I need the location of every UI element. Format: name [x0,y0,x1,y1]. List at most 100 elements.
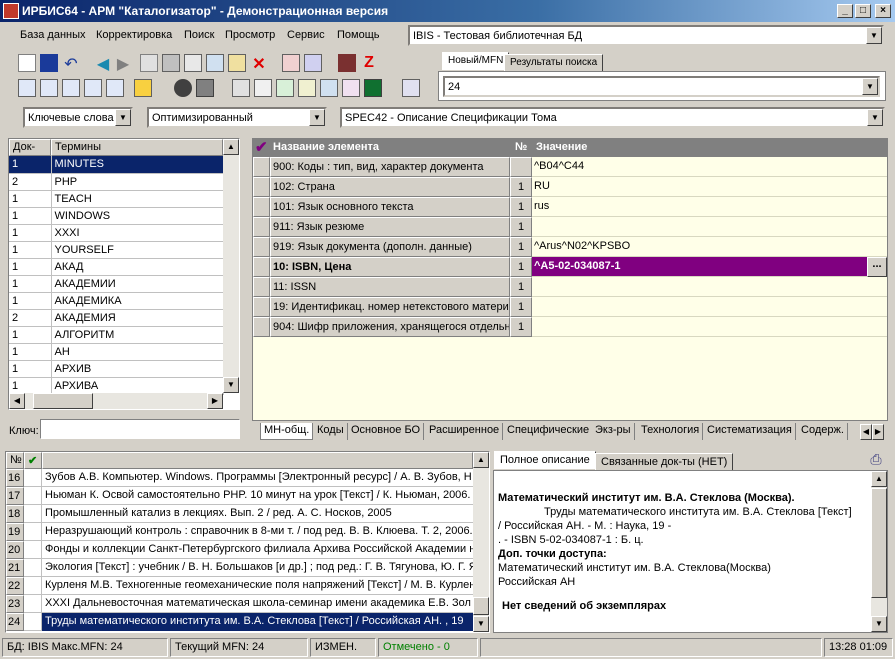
record-row[interactable]: 24 Труды математического института им. В.… [6,613,473,631]
import-icon[interactable] [282,54,300,72]
worksheet-select[interactable]: SPEC42 - Описание Спецификации Тома ▼ [340,107,885,128]
row-marker[interactable] [253,197,270,217]
tabs-right-icon[interactable]: ▶ [872,424,884,440]
header-num[interactable]: № [515,141,527,153]
editor-row[interactable]: 911: Язык резюме 1 [253,217,887,237]
dictionary-header-terms[interactable]: Термины [51,139,223,156]
tab-copies[interactable]: Экз-ры [592,423,635,440]
element-value[interactable] [532,297,887,317]
chevron-down-icon[interactable]: ▼ [115,109,131,126]
delete-icon[interactable]: ✕ [250,54,268,73]
scroll-left-icon[interactable]: ◀ [9,393,25,409]
element-value[interactable] [532,317,887,337]
element-value[interactable]: ^Arus^N02^KPSBO [532,237,887,257]
tab-extended[interactable]: Расширенное [426,423,504,440]
element-value[interactable] [532,217,887,237]
records-scrollbar[interactable]: ▲ ▼ [473,452,489,632]
export-icon[interactable] [304,54,322,72]
dictionary-row[interactable]: 1 АКАД [9,258,224,276]
pages-icon[interactable] [320,79,338,97]
tab-search-results[interactable]: Результаты поиска [504,54,604,72]
record-row[interactable]: 23 XXXI Дальневосточная математическая шк… [6,595,473,613]
record-check[interactable] [24,541,42,559]
dictionary-hscrollbar[interactable]: ◀ ▶ [9,393,223,409]
chevron-down-icon[interactable]: ▼ [862,78,878,95]
dictionary-row[interactable]: 2 PHP [9,173,224,191]
dictionary-row[interactable]: 1 XXXI [9,224,224,242]
tab-systematization[interactable]: Систематизация [704,423,796,440]
scroll-right-icon[interactable]: ▶ [207,393,223,409]
printer-icon[interactable]: ⎙ [866,451,886,469]
grid-icon[interactable] [162,54,180,72]
scroll-down-icon[interactable]: ▼ [223,377,239,393]
tabs-left-icon[interactable]: ◀ [860,424,872,440]
optimization-select[interactable]: Оптимизированный ▼ [147,107,327,128]
record-check[interactable] [24,595,42,613]
scroll-thumb[interactable] [473,597,489,615]
report-icon[interactable] [276,79,294,97]
more-button[interactable]: ... [867,257,887,277]
key-input[interactable] [40,419,240,439]
editor-row[interactable]: 101: Язык основного текста 1 rus [253,197,887,217]
editor-row[interactable]: 900: Коды : тип, вид, характер документа… [253,157,887,177]
header-element-name[interactable]: Название элемента [273,141,379,153]
mfn-input[interactable]: 24 ▼ [443,76,880,97]
tab-mn-general[interactable]: МН-общ. [260,423,314,440]
tab-contents[interactable]: Содерж. [798,423,848,440]
excel-icon[interactable] [364,79,382,97]
record-check[interactable] [24,487,42,505]
dictionary-row[interactable]: 1 YOURSELF [9,241,224,259]
scroll-up-icon[interactable]: ▲ [473,452,489,468]
prev-record-icon[interactable]: ◀ [94,54,112,73]
dictionary-row[interactable]: 1 АЛГОРИТМ [9,326,224,344]
list-icon[interactable] [106,79,124,97]
row-marker[interactable] [253,297,270,317]
row-marker[interactable] [253,217,270,237]
row-marker[interactable] [253,317,270,337]
editor-row[interactable]: 11: ISSN 1 [253,277,887,297]
record-row[interactable]: 18 Промышленный катализ в лекциях. Вып. 2… [6,505,473,523]
tab-technology[interactable]: Технология [638,423,704,440]
dictionary-row[interactable]: 2 АКАДЕМИЯ [9,309,224,327]
tab-main-bo[interactable]: Основное БО [348,423,425,440]
save-icon[interactable] [40,54,58,72]
filter-icon[interactable] [84,79,102,97]
search-mode-select[interactable]: Ключевые слова ▼ [23,107,133,128]
editor-row[interactable]: 904: Шифр приложения, хранящегося отдель… [253,317,887,337]
tab-specific[interactable]: Специфические [504,423,594,440]
database-combo[interactable]: IBIS - Тестовая библиотечная БД ▼ [408,25,884,46]
minimize-button[interactable]: _ [837,4,853,18]
print-record-icon[interactable] [184,54,202,72]
scroll-up-icon[interactable]: ▲ [223,139,239,155]
row-marker[interactable] [253,177,270,197]
folders-icon[interactable] [196,79,214,97]
records-header-num[interactable]: № [6,452,24,469]
dictionary-row[interactable]: 1 АРХИВ [9,360,224,378]
record-check[interactable] [24,505,42,523]
highlight-icon[interactable] [134,79,152,97]
record-check[interactable] [24,523,42,541]
element-value[interactable]: RU [532,177,887,197]
view-icon[interactable] [174,79,192,97]
element-value[interactable]: ^B04^C44 [532,157,887,177]
dictionary-scrollbar[interactable]: ▲ ▼ [223,139,239,393]
record-check[interactable] [24,577,42,595]
element-value[interactable]: ^A5-02-034087-1 [532,257,867,277]
record-row[interactable]: 22 Курленя М.В. Техногенные геомеханическ… [6,577,473,595]
dictionary-row[interactable]: 1 АКАДЕМИКА [9,292,224,310]
dictionary-row[interactable]: 1 TEACH [9,190,224,208]
new-record-icon[interactable] [18,54,36,72]
row-marker[interactable] [253,157,270,177]
record-check[interactable] [24,613,42,631]
dictionary-row[interactable]: 1 АН [9,343,224,361]
chevron-down-icon[interactable]: ▼ [867,109,883,126]
menu-edit[interactable]: Корректировка [96,29,172,41]
dictionary-row[interactable]: 1 WINDOWS [9,207,224,225]
scroll-up-icon[interactable]: ▲ [871,471,887,487]
record-row[interactable]: 21 Экология [Текст] : учебник / В. Н. Бол… [6,559,473,577]
record-row[interactable]: 17 Ньюман К. Освой самостоятельно PHP. 10… [6,487,473,505]
record-row[interactable]: 16 Зубов А.В. Компьютер. Windows. Програм… [6,469,473,487]
dictionary-header-count[interactable]: Док-ов [9,139,51,165]
menu-help[interactable]: Помощь [337,29,380,41]
global-edit-icon[interactable] [338,54,356,72]
